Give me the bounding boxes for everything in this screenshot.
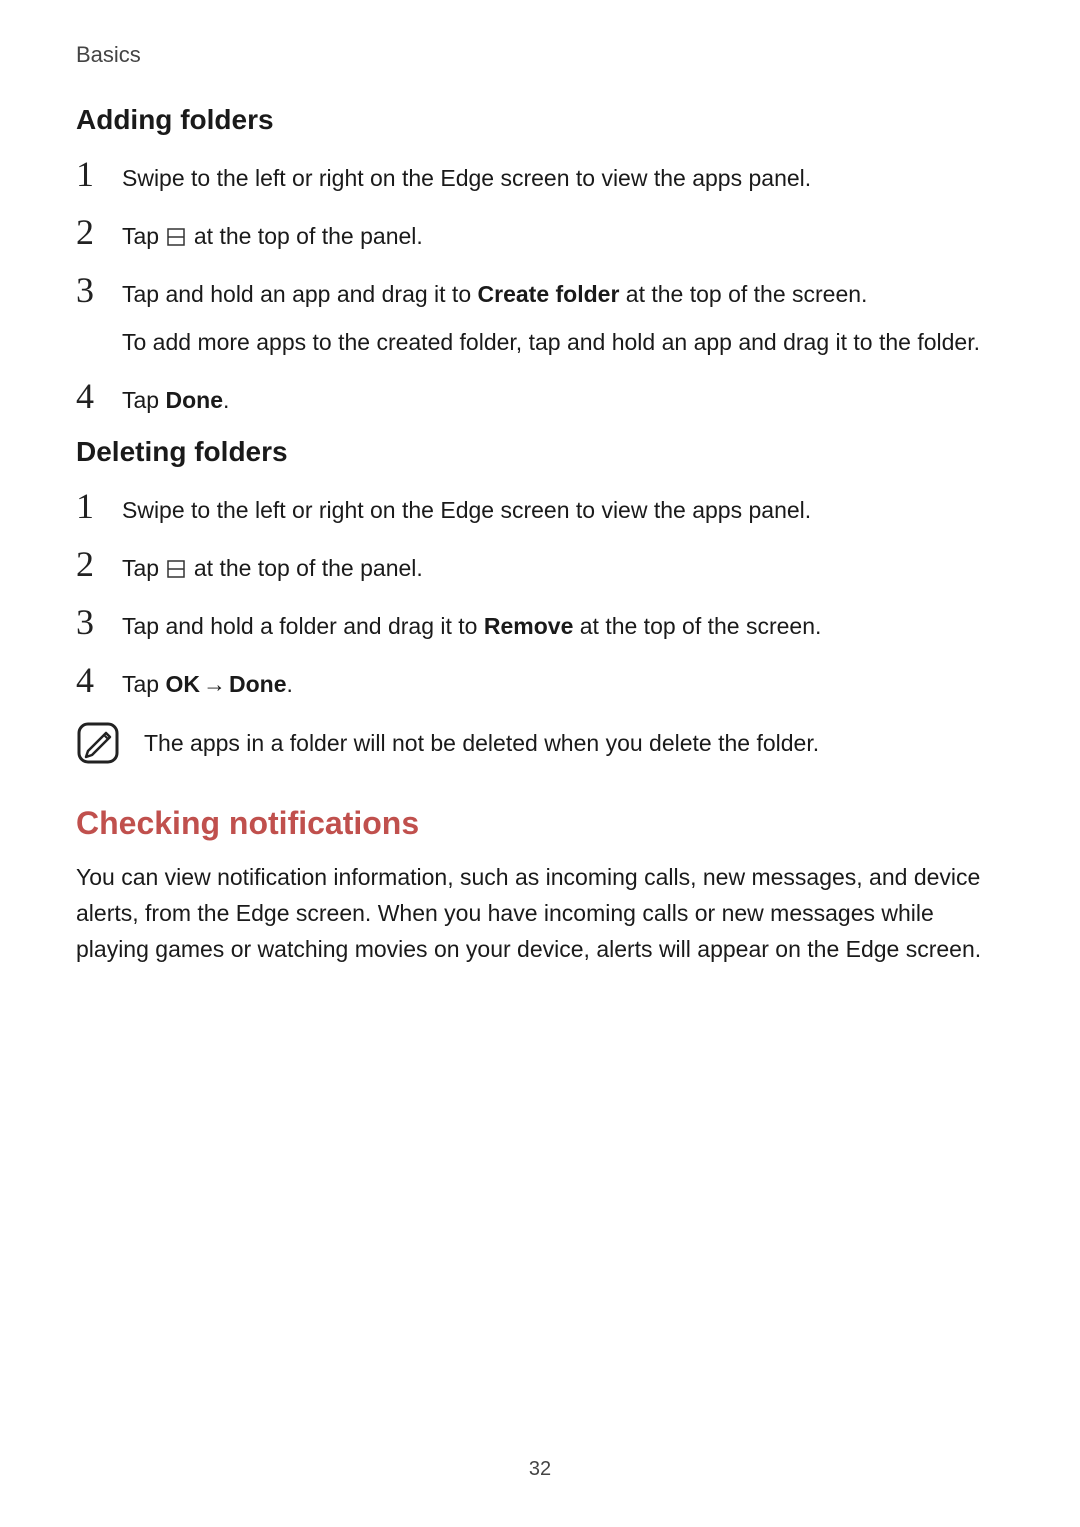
text-fragment: at the top of the screen. (573, 613, 821, 639)
note-text: The apps in a folder will not be deleted… (144, 726, 819, 761)
step-number: 4 (76, 378, 102, 414)
step-text: Tap OK→Done. (122, 666, 1004, 704)
text-fragment: . (223, 387, 229, 413)
step-text: Swipe to the left or right on the Edge s… (122, 492, 1004, 530)
breadcrumb: Basics (76, 42, 1004, 68)
bold-label: Create folder (478, 281, 620, 307)
step-text: Tap at the top of the panel. (122, 218, 1004, 256)
step-text: Swipe to the left or right on the Edge s… (122, 160, 1004, 198)
list-item: 1 Swipe to the left or right on the Edge… (76, 488, 1004, 530)
bold-label: OK (165, 671, 200, 697)
note-icon (76, 721, 120, 765)
text-fragment: Tap (122, 671, 165, 697)
step-number: 3 (76, 272, 102, 308)
text-fragment: . (286, 671, 292, 697)
step-text: Tap at the top of the panel. (122, 550, 1004, 588)
step-extra-text: To add more apps to the created folder, … (122, 324, 1004, 362)
list-item: 4 Tap Done. (76, 378, 1004, 420)
list-item: 2 Tap at the top of the panel. (76, 546, 1004, 588)
bold-label: Remove (484, 613, 573, 639)
text-fragment: Tap (122, 387, 165, 413)
step-text: Tap and hold an app and drag it to Creat… (122, 276, 1004, 362)
page-number: 32 (0, 1458, 1080, 1481)
arrow-icon: → (203, 671, 226, 697)
heading-adding-folders: Adding folders (76, 104, 1004, 136)
step-number: 4 (76, 662, 102, 698)
text-fragment: at the top of the panel. (187, 223, 422, 249)
text-fragment: Tap and hold an app and drag it to (122, 281, 478, 307)
list-item: 3 Tap and hold a folder and drag it to R… (76, 604, 1004, 646)
step-number: 1 (76, 156, 102, 192)
bold-label: Done (229, 671, 287, 697)
text-fragment: Tap and hold a folder and drag it to (122, 613, 484, 639)
step-number: 2 (76, 546, 102, 582)
bold-label: Done (165, 387, 223, 413)
text-fragment: Tap (122, 223, 165, 249)
list-item: 1 Swipe to the left or right on the Edge… (76, 156, 1004, 198)
list-item: 4 Tap OK→Done. (76, 662, 1004, 704)
step-number: 1 (76, 488, 102, 524)
step-number: 3 (76, 604, 102, 640)
heading-deleting-folders: Deleting folders (76, 436, 1004, 468)
page: Basics Adding folders 1 Swipe to the lef… (0, 0, 1080, 967)
text-fragment: at the top of the screen. (619, 281, 867, 307)
edit-panel-icon (167, 220, 185, 238)
edit-panel-icon (167, 552, 185, 570)
step-text: Tap and hold a folder and drag it to Rem… (122, 608, 1004, 646)
text-fragment: at the top of the panel. (187, 555, 422, 581)
paragraph: You can view notification information, s… (76, 860, 1004, 967)
step-number: 2 (76, 214, 102, 250)
list-item: 3 Tap and hold an app and drag it to Cre… (76, 272, 1004, 362)
step-text: Tap Done. (122, 382, 1004, 420)
text-fragment: Tap (122, 555, 165, 581)
heading-checking-notifications: Checking notifications (76, 805, 1004, 842)
list-item: 2 Tap at the top of the panel. (76, 214, 1004, 256)
note: The apps in a folder will not be deleted… (76, 721, 1004, 765)
